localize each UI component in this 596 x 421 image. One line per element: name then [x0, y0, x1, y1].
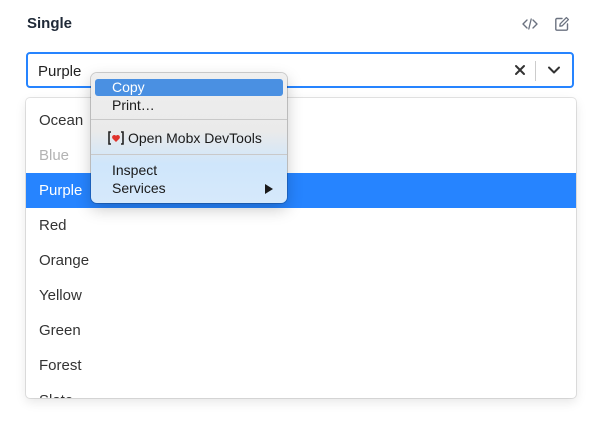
context-divider [91, 119, 287, 120]
context-mobx-label: Open Mobx DevTools [128, 130, 262, 146]
context-divider [91, 154, 287, 155]
edit-icon[interactable] [552, 14, 572, 34]
context-print[interactable]: Print… [95, 97, 283, 114]
option-green[interactable]: Green [26, 313, 576, 348]
context-copy[interactable]: Copy [95, 79, 283, 96]
close-icon[interactable] [512, 62, 528, 78]
option-orange[interactable]: Orange [26, 243, 576, 278]
option-red[interactable]: Red [26, 208, 576, 243]
submenu-arrow-icon [265, 184, 273, 194]
option-slate[interactable]: Slate [26, 383, 576, 398]
indicator-separator [535, 61, 536, 81]
context-inspect[interactable]: Inspect [95, 162, 283, 179]
mobx-icon [108, 131, 124, 145]
code-icon[interactable] [520, 14, 540, 34]
context-menu: Copy Print… Open Mobx DevTools Inspect S… [91, 73, 287, 203]
page: Single Purple Ocean Blue Purple Red Oran… [0, 0, 596, 421]
option-forest[interactable]: Forest [26, 348, 576, 383]
section-title: Single [27, 15, 73, 32]
chevron-down-icon[interactable] [546, 62, 562, 78]
option-yellow[interactable]: Yellow [26, 278, 576, 313]
select-value: Purple [38, 63, 82, 80]
context-services[interactable]: Services [95, 180, 283, 197]
context-mobx-devtools[interactable]: Open Mobx DevTools [95, 130, 283, 147]
context-services-label: Services [112, 180, 166, 196]
